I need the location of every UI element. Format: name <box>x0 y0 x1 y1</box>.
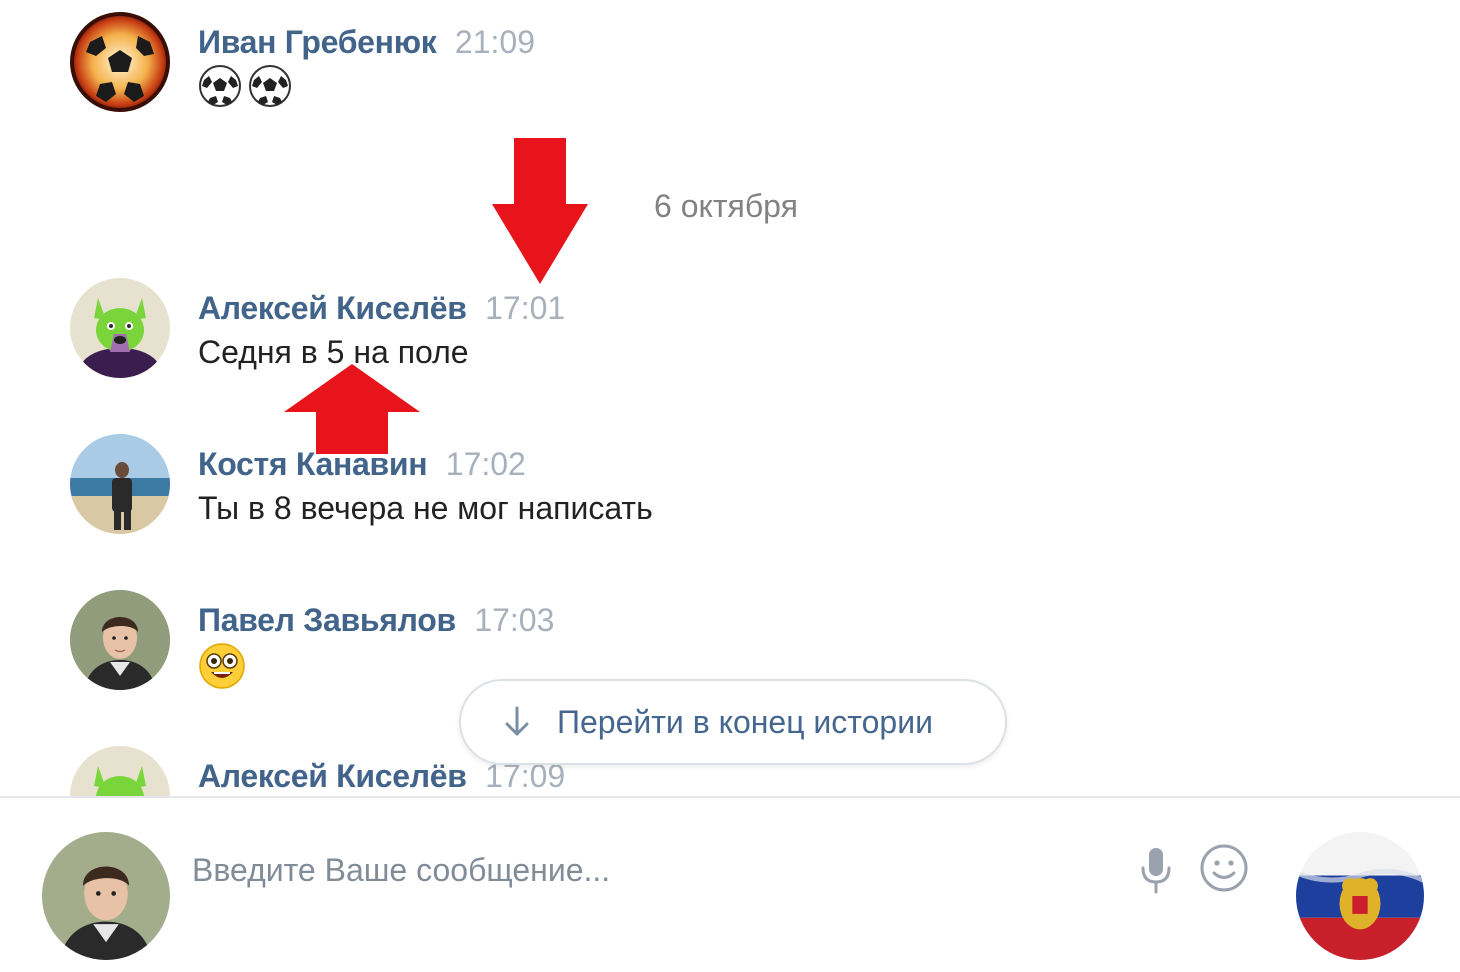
avatar[interactable] <box>70 12 170 112</box>
message-time[interactable]: 17:02 <box>446 446 526 482</box>
author-name[interactable]: Алексей Киселёв <box>198 290 467 326</box>
astonished-face-icon <box>199 643 245 689</box>
message: Костя Канавин 17:02 Ты в 8 вечера не мог… <box>70 434 970 534</box>
soccer-ball-icon <box>249 65 291 107</box>
message-time[interactable]: 17:01 <box>485 290 565 326</box>
message: Павел Завьялов 17:03 <box>70 590 970 690</box>
user-avatar[interactable] <box>42 832 170 960</box>
message: Алексей Киселёв 17:01 Седня в 5 на поле <box>70 278 970 378</box>
author-name[interactable]: Павел Завьялов <box>198 602 456 638</box>
chat-avatar[interactable] <box>1296 832 1424 960</box>
author-name[interactable]: Алексей Киселёв <box>198 758 467 794</box>
message-text: Ты в 8 вечера не мог написать <box>198 490 653 526</box>
mic-icon[interactable] <box>1134 844 1178 896</box>
emoji-row <box>198 642 246 690</box>
avatar[interactable] <box>70 590 170 690</box>
soccer-ball-icon <box>199 65 241 107</box>
chat-window: Иван Гребенюк 21:09 6 октября Алексей Ки… <box>0 0 1460 972</box>
jump-to-end-button[interactable]: Перейти в конец истории <box>459 679 1007 765</box>
message-header: Алексей Киселёв 17:01 <box>198 290 565 327</box>
red-arrow-down-annotation <box>492 138 588 284</box>
message-history[interactable]: Иван Гребенюк 21:09 6 октября Алексей Ки… <box>0 0 1460 796</box>
arrow-down-icon <box>505 706 529 736</box>
message-time[interactable]: 21:09 <box>455 24 535 60</box>
emoji-row <box>198 64 292 108</box>
smile-icon[interactable] <box>1198 842 1250 894</box>
message-composer <box>0 796 1460 972</box>
avatar[interactable] <box>70 278 170 378</box>
author-name[interactable]: Иван Гребенюк <box>198 24 437 60</box>
message-input[interactable] <box>192 838 1112 902</box>
message-header: Иван Гребенюк 21:09 <box>198 24 535 61</box>
message-time[interactable]: 17:03 <box>474 602 554 638</box>
red-arrow-up-annotation <box>284 364 420 454</box>
avatar[interactable] <box>70 434 170 534</box>
message: Иван Гребенюк 21:09 <box>70 12 970 112</box>
date-separator: 6 октября <box>654 188 798 224</box>
avatar[interactable] <box>70 746 170 796</box>
jump-to-end-label: Перейти в конец истории <box>557 703 933 740</box>
message-header: Павел Завьялов 17:03 <box>198 602 554 639</box>
